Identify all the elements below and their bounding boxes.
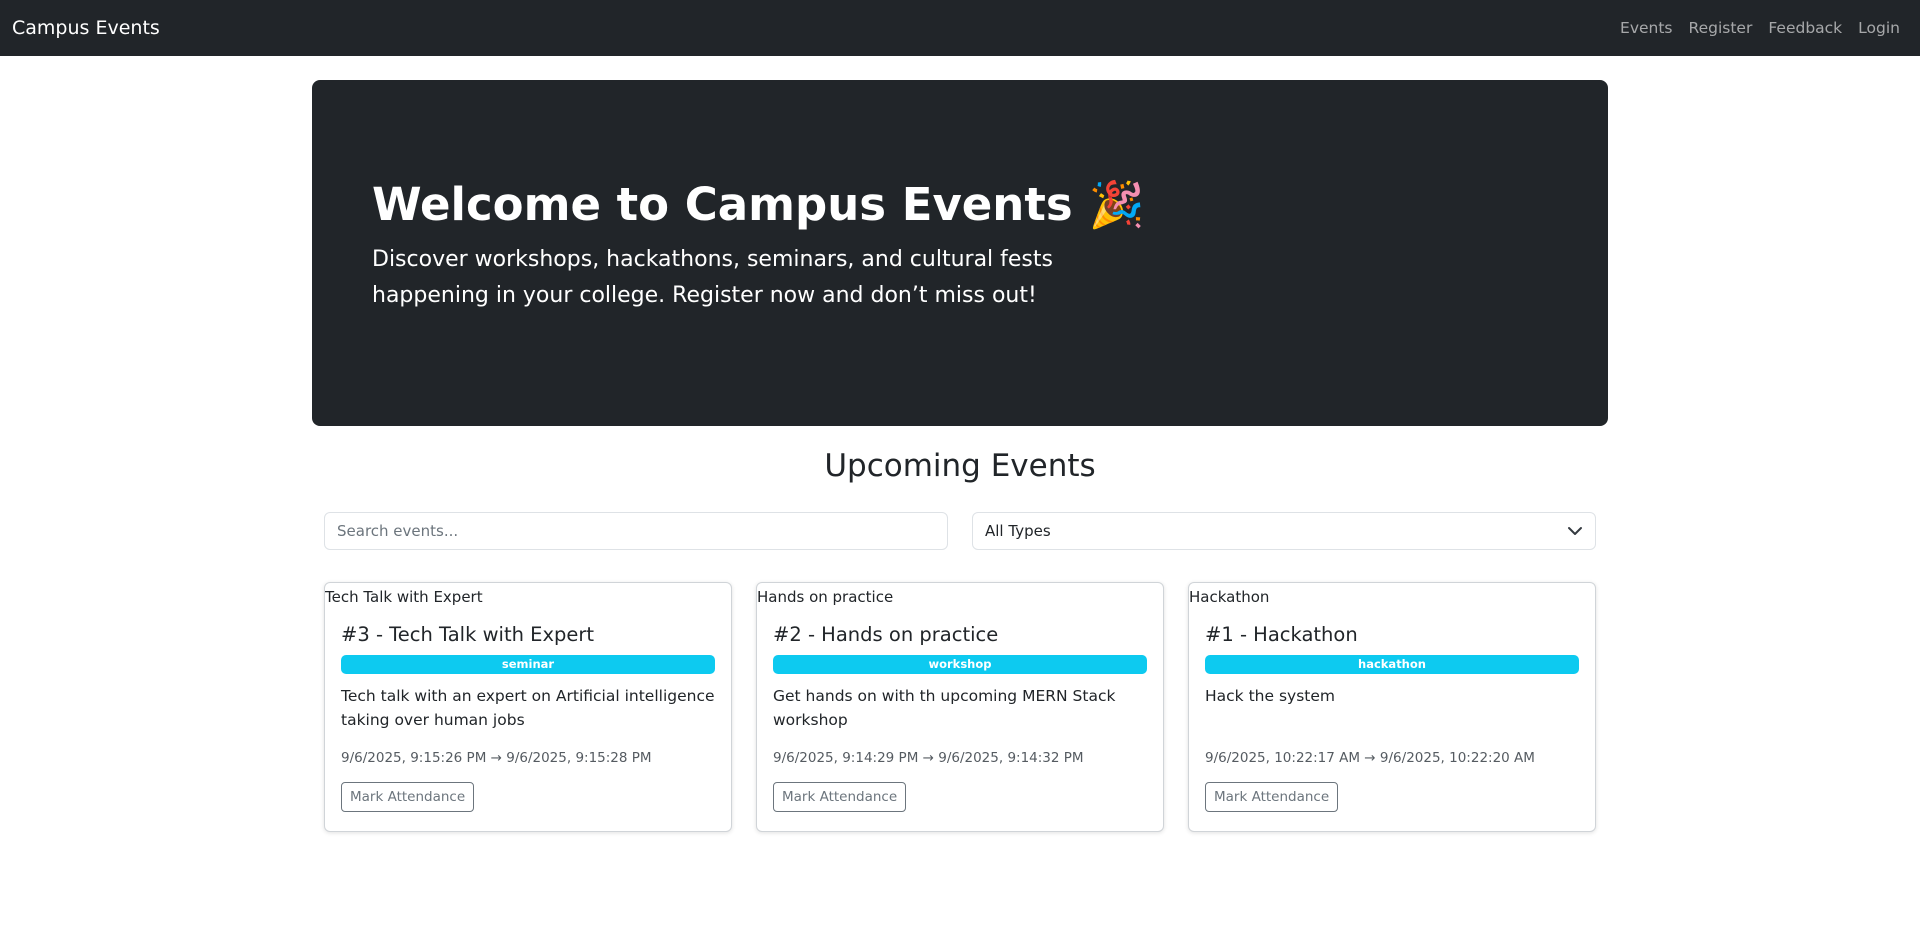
- event-title: #2 - Hands on practice: [773, 623, 999, 646]
- event-time: 9/6/2025, 9:15:26 PM → 9/6/2025, 9:15:28…: [341, 750, 652, 766]
- event-description: Get hands on with th upcoming MERN Stack…: [773, 687, 1116, 729]
- event-type-badge: seminar: [341, 655, 715, 674]
- section-title: Upcoming Events: [824, 448, 1096, 484]
- event-description: Tech talk with an expert on Artificial i…: [341, 687, 715, 729]
- event-image: Hackathon: [1189, 583, 1595, 607]
- event-card: Tech Talk with Expert #3 - Tech Talk wit…: [324, 582, 732, 832]
- party-popper-icon: 🎉: [1088, 178, 1145, 231]
- event-image-alt: Hackathon: [1189, 587, 1270, 606]
- mark-attendance-button[interactable]: Mark Attendance: [341, 782, 475, 812]
- search-input[interactable]: [324, 512, 948, 550]
- chevron-down-icon: [1568, 527, 1582, 535]
- event-time: 9/6/2025, 9:14:29 PM → 9/6/2025, 9:14:32…: [773, 750, 1084, 766]
- nav-links: Events Register Feedback Login: [1612, 19, 1908, 37]
- type-select[interactable]: All Types: [972, 512, 1596, 550]
- hero-title: Welcome to Campus Events 🎉: [372, 178, 1548, 232]
- event-image: Hands on practice: [757, 583, 1163, 607]
- nav-link-login[interactable]: Login: [1850, 19, 1908, 37]
- event-card: Hands on practice #2 - Hands on practice…: [756, 582, 1164, 832]
- mark-attendance-button[interactable]: Mark Attendance: [773, 782, 907, 812]
- event-time: 9/6/2025, 10:22:17 AM → 9/6/2025, 10:22:…: [1205, 750, 1535, 766]
- event-title: #1 - Hackathon: [1205, 623, 1358, 646]
- hero-banner: Welcome to Campus Events 🎉 Discover work…: [312, 80, 1608, 426]
- event-title: #3 - Tech Talk with Expert: [341, 623, 595, 646]
- hero-lead: Discover workshops, hackathons, seminars…: [372, 247, 1053, 308]
- event-card: Hackathon #1 - Hackathon hackathon Hack …: [1188, 582, 1596, 832]
- event-type-badge: workshop: [773, 655, 1147, 674]
- event-image-alt: Tech Talk with Expert: [325, 587, 483, 606]
- nav-link-feedback[interactable]: Feedback: [1760, 19, 1850, 37]
- event-image-alt: Hands on practice: [757, 587, 894, 606]
- type-select-value: All Types: [985, 522, 1051, 540]
- nav-link-register[interactable]: Register: [1681, 19, 1761, 37]
- mark-attendance-button[interactable]: Mark Attendance: [1205, 782, 1339, 812]
- nav-link-events[interactable]: Events: [1612, 19, 1680, 37]
- top-navbar: Campus Events Events Register Feedback L…: [0, 0, 1920, 56]
- event-type-badge: hackathon: [1205, 655, 1579, 674]
- brand-link[interactable]: Campus Events: [12, 17, 160, 39]
- event-image: Tech Talk with Expert: [325, 583, 731, 607]
- hero-title-text: Welcome to Campus Events: [372, 178, 1073, 231]
- event-description: Hack the system: [1205, 687, 1335, 705]
